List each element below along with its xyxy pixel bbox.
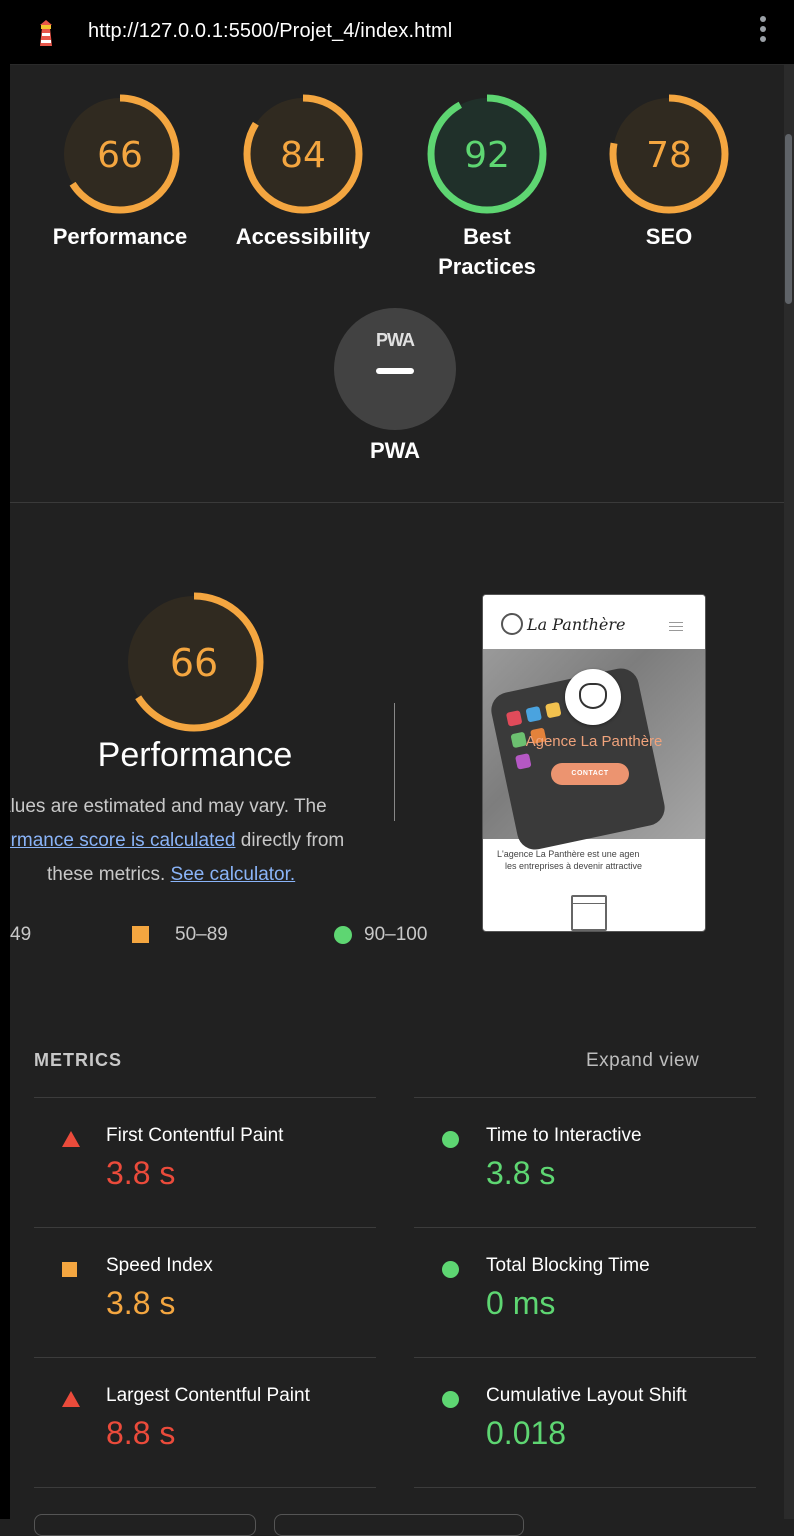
gauge-ring: 78	[609, 94, 729, 214]
pwa-label: PWA	[369, 438, 421, 463]
metric-label: Total Blocking Time	[486, 1255, 650, 1276]
legend-pass: 90–100	[364, 924, 428, 945]
average-square-icon	[62, 1262, 77, 1277]
metric-first-contentful-paint: First Contentful Paint 3.8 s	[34, 1097, 374, 1227]
gauge-score: 84	[280, 135, 326, 176]
metric-value: 8.8 s	[106, 1415, 176, 1451]
scrollbar[interactable]	[784, 64, 794, 1519]
lighthouse-icon	[40, 20, 52, 46]
gauge-label: Best Practices	[407, 222, 567, 282]
see-calculator-link[interactable]: See calculator.	[171, 864, 296, 885]
left-edge	[0, 64, 10, 1519]
pwa-badge[interactable]: PWA	[334, 308, 456, 430]
metric-label: Cumulative Layout Shift	[486, 1385, 687, 1406]
bottom-button[interactable]	[274, 1514, 524, 1536]
thumb-header: La Panthère	[483, 595, 705, 650]
gauge-label-line: Practices	[438, 254, 536, 279]
gauge-ring: 66	[124, 592, 264, 732]
description-text: directly from	[235, 830, 345, 851]
scrollbar-thumb[interactable]	[785, 134, 792, 304]
metric-value: 3.8 s	[106, 1155, 176, 1191]
page-url: http://127.0.0.1:5500/Projet_4/index.htm…	[88, 20, 453, 42]
metric-label: Largest Contentful Paint	[106, 1385, 310, 1406]
gauge-performance[interactable]: 66 Performance	[40, 92, 200, 252]
metric-divider	[34, 1487, 376, 1488]
fail-triangle-icon	[62, 1391, 80, 1407]
pass-circle-icon	[442, 1391, 459, 1408]
hamburger-icon	[669, 622, 683, 632]
more-vert-icon[interactable]	[758, 16, 768, 50]
description-text: these metrics.	[47, 864, 171, 885]
metric-cumulative-layout-shift: Cumulative Layout Shift 0.018	[414, 1357, 754, 1487]
metric-divider	[414, 1487, 756, 1488]
metric-largest-contentful-paint: Largest Contentful Paint 8.8 s	[34, 1357, 374, 1487]
thumb-brand: La Panthère	[527, 615, 626, 634]
top-bar: http://127.0.0.1:5500/Projet_4/index.htm…	[0, 0, 794, 65]
thumb-text-line: L'agence La Panthère est une agen	[497, 849, 640, 859]
legend-fail: 49	[10, 924, 32, 945]
metric-label: Speed Index	[106, 1255, 213, 1276]
circle-icon	[334, 926, 352, 944]
gauge-ring: 66	[60, 94, 180, 214]
fail-triangle-icon	[62, 1131, 80, 1147]
metric-value: 0 ms	[486, 1285, 556, 1321]
thumb-contact-button: CONTACT	[551, 763, 629, 785]
gauge-label-line: Best	[463, 224, 511, 249]
metric-time-to-interactive: Time to Interactive 3.8 s	[414, 1097, 754, 1227]
performance-gauge-large: 66	[120, 588, 268, 741]
pwa-dash-icon	[376, 368, 414, 374]
gauge-score: 92	[464, 135, 510, 176]
gauge-ring: 92	[427, 94, 547, 214]
metric-label: Time to Interactive	[486, 1125, 642, 1146]
description-line: alues are estimated and may vary. The	[10, 796, 327, 817]
gauge-score: 78	[646, 135, 692, 176]
gauge-best-practices[interactable]: 92 Best Practices	[407, 92, 567, 282]
metric-value: 3.8 s	[486, 1155, 556, 1191]
bottom-button[interactable]	[34, 1514, 256, 1536]
section-divider	[10, 502, 784, 503]
performance-title: Performance	[97, 736, 293, 774]
metric-label: First Contentful Paint	[106, 1125, 284, 1146]
gauge-score: 66	[170, 641, 218, 685]
gauge-label: Accessibility	[235, 224, 371, 249]
metric-value: 0.018	[486, 1415, 567, 1451]
legend-average: 50–89	[175, 924, 228, 945]
metrics-heading: METRICS	[34, 1050, 122, 1070]
expand-view-button[interactable]: Expand view	[586, 1050, 699, 1072]
metric-speed-index: Speed Index 3.8 s	[34, 1227, 374, 1357]
gauge-score: 66	[97, 135, 143, 176]
panther-logo-icon	[501, 613, 523, 635]
pass-circle-icon	[442, 1261, 459, 1278]
square-icon	[132, 926, 149, 943]
metric-total-blocking-time: Total Blocking Time 0 ms	[414, 1227, 754, 1357]
final-screenshot[interactable]: La Panthère Agence La Panthère CONTACT L…	[482, 594, 706, 932]
description-line: these metrics. See calculator.	[47, 864, 295, 886]
panther-logo-icon	[565, 669, 621, 725]
gauge-label: SEO	[645, 224, 693, 249]
score-calculated-link[interactable]: ormance score is calculated	[10, 830, 236, 851]
pass-circle-icon	[442, 1131, 459, 1148]
gauge-seo[interactable]: 78 SEO	[589, 92, 749, 252]
gauge-ring: 84	[243, 94, 363, 214]
gauge-accessibility[interactable]: 84 Accessibility	[223, 92, 383, 252]
metric-value: 3.8 s	[106, 1285, 176, 1321]
thumb-text-line: les entreprises à devenir attractive	[505, 861, 643, 871]
thumb-hero-title: Agence La Panthère	[525, 733, 663, 750]
description-line: ormance score is calculated directly fro…	[10, 830, 344, 852]
gauge-label: Performance	[52, 224, 188, 249]
thumb-hero: Agence La Panthère CONTACT	[483, 649, 705, 853]
document-icon	[571, 895, 607, 931]
pwa-badge-text: PWA	[375, 330, 415, 350]
